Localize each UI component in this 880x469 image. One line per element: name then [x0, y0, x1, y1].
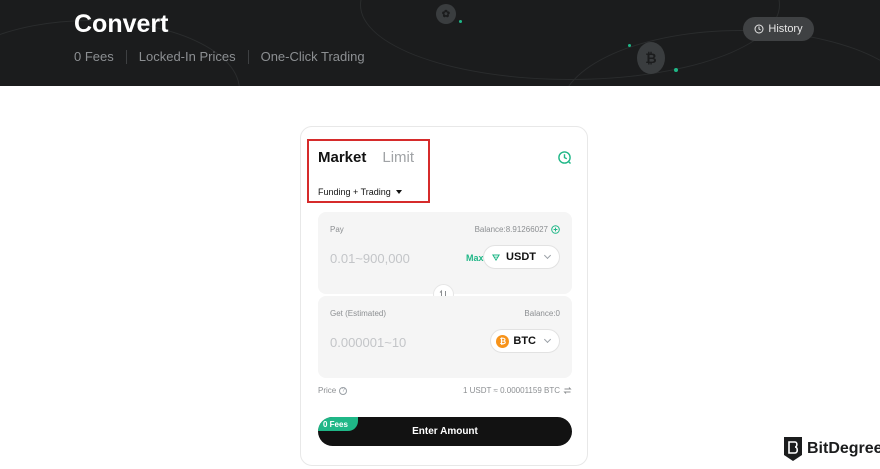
pay-panel: Pay Balance:8.91266027 0.01~900,000 Max … — [318, 212, 572, 294]
divider — [247, 49, 249, 64]
get-balance: Balance:0 — [524, 309, 560, 318]
price-label-group: Price ? — [318, 386, 348, 395]
highlight-box — [307, 139, 430, 203]
history-label: History — [768, 23, 803, 35]
feature-list: 0 Fees Locked-In Prices One-Click Tradin… — [74, 49, 365, 64]
coin-decor-icon: ✿ — [436, 4, 456, 24]
price-value: 1 USDT ≈ 0.00001159 BTC — [462, 386, 560, 395]
btc-icon: ₿ — [496, 334, 510, 348]
decor-dot — [674, 68, 678, 72]
decor-dot — [628, 44, 631, 47]
enter-amount-label: Enter Amount — [412, 426, 478, 437]
refresh-rate-icon[interactable] — [563, 386, 572, 395]
chevron-down-icon — [543, 335, 552, 344]
max-button[interactable]: Max — [466, 253, 484, 263]
bitdegree-brand: BitDegree — [807, 440, 880, 457]
hero-banner: ✿ ₿ Convert 0 Fees Locked-In Prices One-… — [0, 0, 880, 86]
price-value-group: 1 USDT ≈ 0.00001159 BTC — [463, 386, 572, 395]
usdt-icon — [489, 250, 503, 264]
get-label: Get (Estimated) — [330, 309, 387, 318]
pay-balance-text: Balance:8.91266027 — [474, 225, 548, 234]
history-button[interactable]: History — [743, 17, 814, 41]
bitcoin-decor-icon: ₿ — [637, 42, 665, 74]
bitdegree-watermark: BitDegree — [783, 436, 880, 462]
info-icon[interactable]: ? — [339, 386, 348, 395]
get-coin-label: BTC — [513, 335, 536, 347]
get-coin-selector[interactable]: ₿ BTC — [490, 329, 560, 353]
order-history-icon[interactable] — [557, 150, 572, 165]
decor-dot — [459, 20, 462, 23]
chevron-down-icon — [543, 251, 552, 260]
feature-item: One-Click Trading — [260, 49, 365, 64]
feature-item: 0 Fees — [74, 49, 114, 64]
get-panel: Get (Estimated) Balance:0 0.000001~10 ₿ … — [318, 296, 572, 378]
pay-coin-selector[interactable]: USDT — [483, 245, 560, 269]
fees-badge: 0 Fees — [318, 417, 358, 431]
enter-amount-button[interactable]: 0 Fees Enter Amount — [318, 417, 572, 446]
pay-label: Pay — [330, 225, 344, 234]
clock-icon — [754, 24, 764, 34]
pay-coin-label: USDT — [506, 251, 536, 263]
add-funds-icon[interactable] — [551, 225, 560, 234]
feature-item: Locked-In Prices — [138, 49, 236, 64]
price-label: Price — [318, 386, 337, 395]
price-row: Price ? 1 USDT ≈ 0.00001159 BTC — [318, 386, 572, 395]
bitdegree-logo-icon — [784, 437, 802, 461]
get-amount-input[interactable]: 0.000001~10 — [330, 335, 406, 350]
divider — [125, 49, 127, 64]
pay-amount-input[interactable]: 0.01~900,000 — [330, 251, 410, 266]
pay-balance: Balance:8.91266027 — [475, 225, 560, 234]
page-title: Convert — [74, 10, 169, 38]
